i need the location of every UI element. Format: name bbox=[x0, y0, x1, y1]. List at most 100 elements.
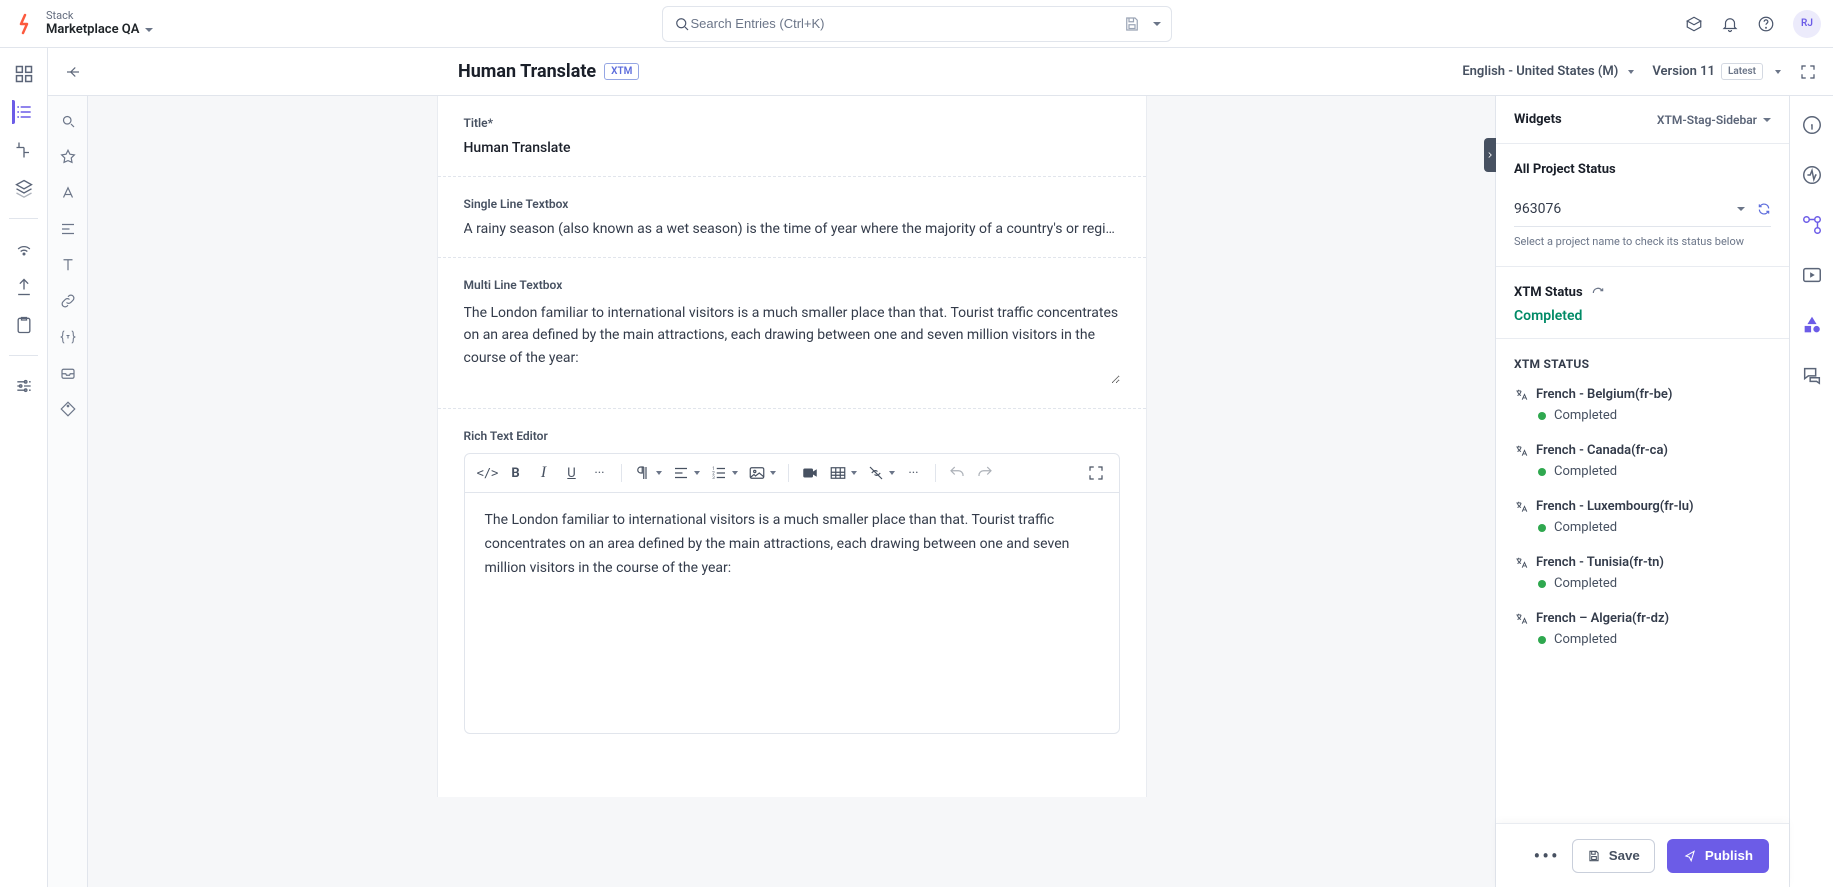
star-icon[interactable] bbox=[59, 148, 77, 166]
rte-unlink-button[interactable] bbox=[867, 464, 885, 482]
entry-title-block: Human Translate XTM bbox=[458, 61, 639, 82]
stack-switcher[interactable]: Stack Marketplace QA bbox=[46, 9, 153, 38]
project-status-section: All Project Status 963076 Select a proje… bbox=[1496, 144, 1789, 267]
chevron-down-icon bbox=[1763, 118, 1771, 122]
language-status: Completed bbox=[1554, 520, 1617, 535]
type-icon[interactable] bbox=[59, 256, 77, 274]
rte-body[interactable]: The London familiar to international vis… bbox=[465, 493, 1119, 733]
box-icon[interactable] bbox=[1685, 15, 1703, 33]
locale-selector[interactable]: English - United States (M) bbox=[1462, 64, 1634, 79]
rte-redo-button[interactable] bbox=[976, 464, 994, 482]
app-shell: Human Translate XTM English - United Sta… bbox=[0, 48, 1833, 887]
rte-fullscreen-button[interactable] bbox=[1087, 464, 1105, 482]
info-icon[interactable] bbox=[1801, 114, 1823, 136]
rte-video-button[interactable] bbox=[801, 464, 819, 482]
bell-icon[interactable] bbox=[1721, 15, 1739, 33]
panel-collapse-button[interactable] bbox=[1484, 138, 1496, 172]
stack-label: Stack bbox=[46, 9, 153, 22]
more-actions-button[interactable]: ••• bbox=[1533, 846, 1559, 866]
rte-undo-button[interactable] bbox=[948, 464, 966, 482]
avatar[interactable]: RJ bbox=[1793, 10, 1821, 38]
rte-toolbar: </> B I U ··· bbox=[465, 454, 1119, 493]
status-dot bbox=[1538, 468, 1546, 476]
translate-icon bbox=[1514, 612, 1528, 626]
chevron-down-icon bbox=[656, 471, 662, 475]
field-search-icon[interactable] bbox=[59, 112, 77, 130]
rte-more-button[interactable]: ··· bbox=[591, 464, 609, 482]
left-rail bbox=[0, 48, 48, 887]
help-icon[interactable] bbox=[1757, 15, 1775, 33]
header-right: RJ bbox=[1685, 10, 1821, 38]
rte-table-button[interactable] bbox=[829, 464, 847, 482]
rail-assets[interactable] bbox=[12, 176, 36, 200]
language-name: French – Algeria(fr-dz) bbox=[1536, 611, 1669, 626]
field-multi-line: Multi Line Textbox bbox=[438, 258, 1146, 409]
version-selector[interactable]: Version 11 Latest bbox=[1652, 63, 1781, 80]
field-single-line: Single Line Textbox A rainy season (also… bbox=[438, 177, 1146, 258]
tag-icon[interactable] bbox=[59, 400, 77, 418]
rte-box: </> B I U ··· bbox=[464, 453, 1120, 734]
language-name: French - Luxembourg(fr-lu) bbox=[1536, 499, 1694, 514]
toolbar-separator bbox=[935, 464, 936, 482]
project-selector[interactable]: 963076 bbox=[1514, 191, 1771, 227]
xtm-status-label: XTM Status bbox=[1514, 285, 1583, 300]
link-icon[interactable] bbox=[59, 292, 77, 310]
rail-entries[interactable] bbox=[12, 100, 36, 124]
shapes-icon[interactable] bbox=[1801, 314, 1823, 336]
align-icon[interactable] bbox=[59, 220, 77, 238]
comments-icon[interactable] bbox=[1801, 364, 1823, 386]
rail-publish[interactable] bbox=[12, 275, 36, 299]
activity-icon[interactable] bbox=[1801, 164, 1823, 186]
rail-wifi[interactable] bbox=[12, 237, 36, 261]
rte-underline-button[interactable]: U bbox=[563, 464, 581, 482]
chevron-down-icon bbox=[1628, 70, 1634, 74]
title-value[interactable]: Human Translate bbox=[464, 140, 1120, 156]
search-input[interactable] bbox=[691, 16, 1113, 31]
chevron-down-icon bbox=[851, 471, 857, 475]
rail-dashboard[interactable] bbox=[12, 62, 36, 86]
back-button[interactable] bbox=[64, 63, 82, 81]
publish-button[interactable]: Publish bbox=[1667, 839, 1769, 873]
form-area: Title* Human Translate Single Line Textb… bbox=[48, 96, 1833, 887]
widget-sidebar-selector[interactable]: XTM-Stag-Sidebar bbox=[1657, 113, 1771, 127]
refresh-status-icon[interactable] bbox=[1591, 286, 1605, 300]
status-dot bbox=[1538, 524, 1546, 532]
lang-section-title: XTM STATUS bbox=[1514, 343, 1771, 377]
project-id: 963076 bbox=[1514, 201, 1561, 217]
language-status-list[interactable]: XTM STATUS French - Belgium(fr-be) Compl… bbox=[1496, 339, 1789, 823]
chevron-down-icon bbox=[145, 28, 153, 32]
rte-para-button[interactable] bbox=[634, 464, 652, 482]
braces-icon[interactable] bbox=[59, 328, 77, 346]
form-scroll[interactable]: Title* Human Translate Single Line Textb… bbox=[88, 96, 1495, 887]
rte-list-button[interactable]: 123 bbox=[710, 464, 728, 482]
preview-icon[interactable] bbox=[1801, 264, 1823, 286]
rail-settings[interactable] bbox=[12, 374, 36, 398]
language-status-item: French - Luxembourg(fr-lu) Completed bbox=[1514, 489, 1771, 545]
text-style-icon[interactable] bbox=[59, 184, 77, 202]
entry-footer: ••• Save Publish bbox=[1496, 823, 1789, 887]
inbox-icon[interactable] bbox=[59, 364, 77, 382]
status-dot bbox=[1538, 636, 1546, 644]
chevron-down-icon bbox=[770, 471, 776, 475]
multi-line-textarea[interactable] bbox=[464, 302, 1120, 384]
global-search[interactable] bbox=[662, 6, 1172, 42]
workflow-icon[interactable] bbox=[1801, 214, 1823, 236]
status-dot bbox=[1538, 580, 1546, 588]
single-line-value[interactable]: A rainy season (also known as a wet seas… bbox=[464, 221, 1120, 237]
rail-tasks[interactable] bbox=[12, 313, 36, 337]
status-dot bbox=[1538, 412, 1546, 420]
rte-bold-button[interactable]: B bbox=[507, 464, 525, 482]
app-logo bbox=[12, 12, 36, 36]
chevron-down-icon bbox=[694, 471, 700, 475]
entry-bar: Human Translate XTM English - United Sta… bbox=[48, 48, 1833, 96]
expand-icon[interactable] bbox=[1799, 63, 1817, 81]
rte-image-button[interactable] bbox=[748, 464, 766, 482]
refresh-icon[interactable] bbox=[1757, 202, 1771, 216]
chevron-down-icon bbox=[1153, 22, 1161, 26]
rte-italic-button[interactable]: I bbox=[535, 464, 553, 482]
rte-more-button[interactable]: ··· bbox=[905, 464, 923, 482]
save-button[interactable]: Save bbox=[1572, 839, 1655, 873]
rail-content-types[interactable] bbox=[12, 138, 36, 162]
rte-align-button[interactable] bbox=[672, 464, 690, 482]
rte-code-button[interactable]: </> bbox=[479, 464, 497, 482]
